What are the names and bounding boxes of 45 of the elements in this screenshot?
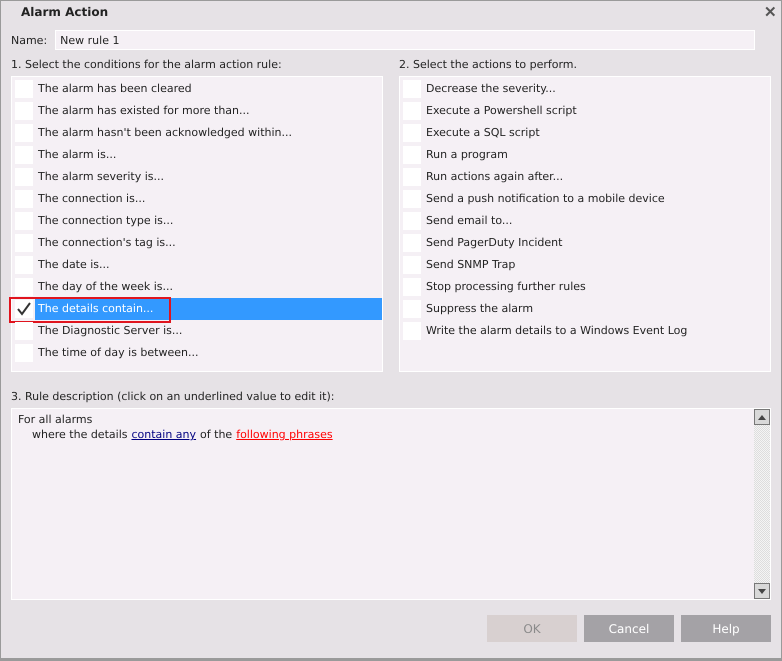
down-arrow-icon <box>758 588 766 594</box>
up-arrow-icon <box>758 414 766 420</box>
list-item[interactable]: Send SNMP Trap <box>423 254 770 276</box>
checkmark-icon <box>17 302 31 316</box>
list-item[interactable]: The alarm hasn't been acknowledged within... <box>35 122 382 144</box>
description-link[interactable]: contain any <box>131 427 196 442</box>
list-item[interactable]: Send PagerDuty Incident <box>423 232 770 254</box>
list-item[interactable]: Write the alarm details to a Windows Event Log <box>423 320 770 342</box>
description-text: of the <box>200 427 232 442</box>
actions-label: 2. Select the actions to perform. <box>399 58 578 71</box>
list-item[interactable]: The connection's tag is... <box>35 232 382 254</box>
list-item[interactable]: Execute a Powershell script <box>423 100 770 122</box>
list-item[interactable]: The Diagnostic Server is... <box>35 320 382 342</box>
list-item[interactable]: The connection is... <box>35 188 382 210</box>
list-item[interactable]: The alarm severity is... <box>35 166 382 188</box>
description-link[interactable]: following phrases <box>236 427 333 442</box>
scroll-up-button[interactable] <box>754 409 770 425</box>
description-label: 3. Rule description (click on an underlined value to edit it): <box>11 390 336 403</box>
description-text: For all alarms <box>18 412 92 427</box>
checkbox[interactable] <box>15 322 33 340</box>
list-item[interactable]: Decrease the severity... <box>423 78 770 100</box>
name-field[interactable]: New rule 1 <box>55 30 755 50</box>
checkbox[interactable] <box>15 278 33 296</box>
name-label: Name: <box>11 34 48 46</box>
list-item[interactable]: The date is... <box>35 254 382 276</box>
window-title: Alarm Action <box>21 5 108 19</box>
scrollbar[interactable] <box>754 409 770 599</box>
list-item[interactable]: Suppress the alarm <box>423 298 770 320</box>
list-item[interactable]: The alarm is... <box>35 144 382 166</box>
list-item[interactable]: The day of the week is... <box>35 276 382 298</box>
description-text: where the details <box>32 427 128 442</box>
checkbox[interactable] <box>15 300 33 318</box>
list-item[interactable]: The time of day is between... <box>35 342 382 364</box>
list-item[interactable]: The alarm has existed for more than... <box>35 100 382 122</box>
scroll-down-button[interactable] <box>754 583 770 599</box>
list-item[interactable]: Stop processing further rules <box>423 276 770 298</box>
list-item[interactable]: The alarm has been cleared <box>35 78 382 100</box>
list-item[interactable]: Execute a SQL script <box>423 122 770 144</box>
close-button[interactable]: ✕ <box>764 3 777 21</box>
conditions-label: 1. Select the conditions for the alarm action rule: <box>11 58 283 71</box>
list-item[interactable]: Send email to... <box>423 210 770 232</box>
list-item[interactable]: Send a push notification to a mobile device <box>423 188 770 210</box>
list-item[interactable]: Run a program <box>423 144 770 166</box>
list-item[interactable]: Run actions again after... <box>423 166 770 188</box>
list-item[interactable]: The connection type is... <box>35 210 382 232</box>
